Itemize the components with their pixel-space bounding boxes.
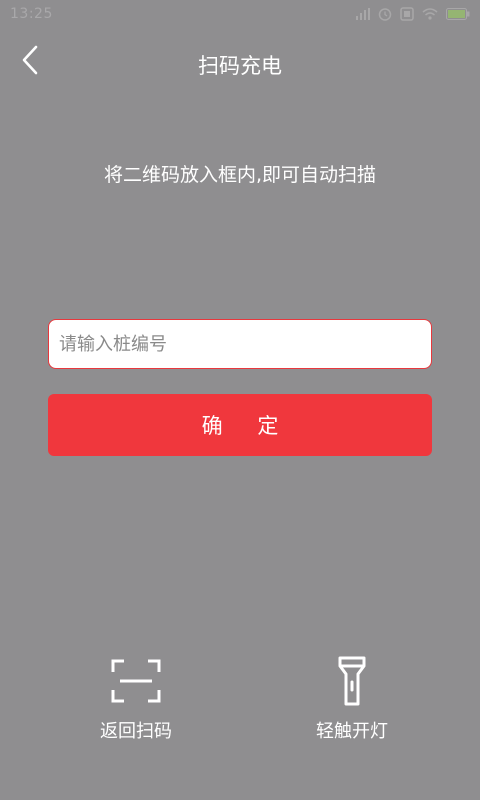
flashlight-icon — [338, 656, 366, 706]
status-icons — [356, 7, 470, 21]
status-time: 13:25 — [10, 6, 53, 22]
alarm-icon — [378, 8, 392, 21]
status-bar: 13:25 — [0, 0, 480, 30]
battery-icon — [446, 8, 470, 20]
scan-frame-icon — [111, 659, 161, 703]
flashlight-button[interactable]: 轻触开灯 — [282, 655, 422, 743]
scan-instruction: 将二维码放入框内,即可自动扫描 — [103, 164, 377, 186]
wifi-icon — [422, 8, 438, 20]
page-title: 扫码充电 — [198, 54, 282, 78]
sim-icon — [400, 7, 414, 21]
rescan-button[interactable]: 返回扫码 — [66, 655, 206, 743]
rescan-label: 返回扫码 — [100, 721, 172, 742]
pile-number-input[interactable] — [48, 319, 432, 369]
confirm-button[interactable]: 确 定 — [48, 394, 432, 456]
flashlight-label: 轻触开灯 — [316, 721, 388, 742]
header: 扫码充电 — [0, 30, 480, 94]
signal-icon — [356, 8, 370, 20]
